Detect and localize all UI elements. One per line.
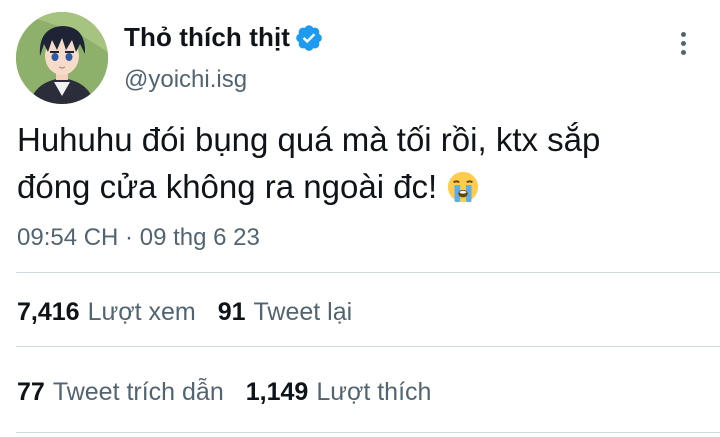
divider (16, 346, 720, 347)
likes-stat[interactable]: 1,149 Lượt thích (246, 378, 432, 407)
retweets-count: 91 (217, 298, 246, 326)
retweets-label: Tweet lại (253, 298, 353, 326)
loudly-crying-face-icon (448, 171, 479, 203)
avatar[interactable] (16, 12, 108, 104)
tweet-text: Huhuhu đói bụng quá mà tối rồi, ktx sắp … (17, 116, 677, 210)
likes-label: Lượt thích (316, 378, 432, 406)
verified-badge-icon (296, 24, 322, 51)
user-name-row[interactable]: Thỏ thích thịt (124, 22, 324, 53)
user-handle[interactable]: @yoichi.isg (124, 66, 247, 94)
likes-count: 1,149 (245, 378, 309, 406)
quotes-label: Tweet trích dẫn (52, 378, 224, 406)
stats-row-1: 7,416 Lượt xem 91 Tweet lại (17, 298, 374, 327)
tweet-timestamp[interactable]: 09:54 CH · 09 thg 6 23 (17, 224, 260, 252)
views-label: Lượt xem (87, 298, 196, 326)
quotes-count: 77 (17, 378, 45, 406)
views-count: 7,416 (17, 298, 80, 326)
more-options-icon[interactable] (668, 26, 698, 60)
quotes-stat[interactable]: 77 Tweet trích dẫn (17, 378, 224, 407)
views-stat[interactable]: 7,416 Lượt xem (17, 298, 196, 327)
tweet-text-line-2: đóng cửa không ra ngoài đc! (17, 168, 438, 205)
divider (16, 432, 720, 433)
tweet-text-line-1: Huhuhu đói bụng quá mà tối rồi, ktx sắp (17, 121, 601, 158)
retweets-stat[interactable]: 91 Tweet lại (218, 298, 352, 327)
display-name[interactable]: Thỏ thích thịt (124, 22, 290, 53)
stats-row-2: 77 Tweet trích dẫn 1,149 Lượt thích (17, 378, 453, 407)
tweet-text-line-2-wrap: đóng cửa không ra ngoài đc! (17, 163, 677, 210)
divider (16, 272, 720, 273)
